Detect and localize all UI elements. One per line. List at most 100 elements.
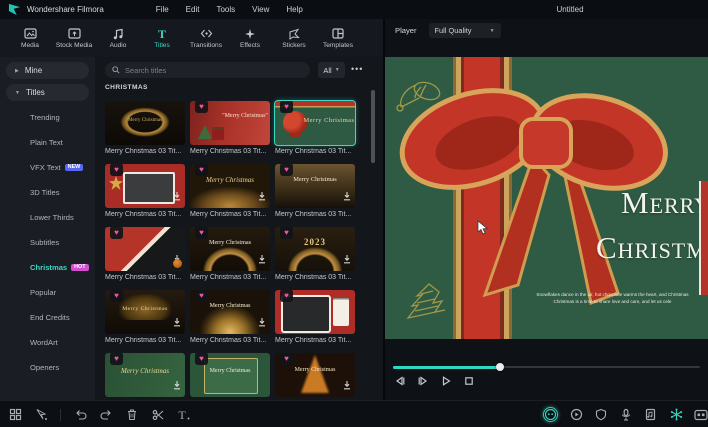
sidebar-group-titles[interactable]: ▼Titles — [6, 84, 89, 101]
sidebar-item-3d-titles[interactable]: 3D Titles — [0, 180, 95, 205]
tab-media[interactable]: Media — [8, 19, 52, 57]
download-icon[interactable] — [257, 251, 267, 269]
menu-file[interactable]: File — [156, 5, 169, 14]
grid-scrollbar[interactable] — [371, 57, 376, 400]
favorite-heart-icon[interactable]: ♥ — [195, 164, 208, 176]
favorite-heart-icon[interactable]: ♥ — [280, 227, 293, 239]
more-options-button[interactable]: ••• — [351, 64, 363, 74]
template-caption: Merry Christmas 03 Tit... — [275, 337, 355, 344]
sidebar-group-mine[interactable]: ▶Mine — [6, 62, 89, 79]
search-box[interactable] — [105, 62, 310, 78]
snowflake-button[interactable] — [669, 408, 683, 422]
menu-edit[interactable]: Edit — [186, 5, 200, 14]
favorite-heart-icon[interactable]: ♥ — [110, 164, 123, 176]
template-thumbnail-14[interactable]: Merry Christmas♥ — [190, 353, 270, 397]
tab-effects[interactable]: Effects — [228, 19, 272, 57]
grid-button[interactable] — [8, 408, 22, 422]
template-thumbnail-5[interactable]: Merry Christmas♥ — [190, 164, 270, 208]
favorite-heart-icon[interactable]: ♥ — [195, 101, 208, 113]
tab-transitions[interactable]: Transitions — [184, 19, 228, 57]
timeline-toolbar: T — [0, 400, 708, 427]
download-icon[interactable] — [172, 188, 182, 206]
sidebar-item-vfx-text[interactable]: VFX TextNEW — [0, 155, 95, 180]
sidebar-item-trending[interactable]: Trending — [0, 105, 95, 130]
favorite-heart-icon[interactable]: ♥ — [110, 227, 123, 239]
pointer-button[interactable] — [34, 408, 48, 422]
text-tool-button[interactable]: T — [177, 408, 191, 422]
menu-help[interactable]: Help — [286, 5, 302, 14]
split-button[interactable] — [151, 408, 165, 422]
favorite-heart-icon[interactable]: ♥ — [110, 353, 123, 365]
stop-button[interactable] — [462, 376, 476, 390]
play-button[interactable] — [439, 376, 453, 390]
tab-audio[interactable]: Audio — [96, 19, 140, 57]
download-icon[interactable] — [342, 188, 352, 206]
sidebar-item-christmas[interactable]: ChristmasHOT — [0, 255, 95, 280]
effects-icon — [244, 27, 256, 40]
sidebar-item-subtitles[interactable]: Subtitles — [0, 230, 95, 255]
template-thumbnail-12[interactable]: ♥ — [275, 290, 355, 334]
thumbnail-art-text: Merry Christmas — [275, 367, 355, 373]
play-circle-button[interactable] — [569, 408, 583, 422]
download-icon[interactable] — [257, 188, 267, 206]
template-thumbnail-11[interactable]: Merry Christmas♥ — [190, 290, 270, 334]
progress-handle[interactable] — [496, 363, 504, 371]
sidebar-item-popular[interactable]: Popular — [0, 280, 95, 305]
favorite-heart-icon[interactable]: ♥ — [110, 290, 123, 302]
sidebar-item-end-credits[interactable]: End Credits — [0, 305, 95, 330]
tab-stickers[interactable]: Stickers — [272, 19, 316, 57]
download-icon[interactable] — [342, 251, 352, 269]
tab-stock-media[interactable]: Stock Media — [52, 19, 96, 57]
favorite-heart-icon[interactable]: ♥ — [280, 101, 293, 113]
template-thumbnail-4[interactable]: ♥ — [105, 164, 185, 208]
scrollbar-thumb[interactable] — [371, 90, 375, 163]
template-thumbnail-15[interactable]: Merry Christmas ♥ — [275, 353, 355, 397]
template-thumbnail-1[interactable]: Merry Christmas — [105, 101, 185, 145]
tab-templates[interactable]: Templates — [316, 19, 360, 57]
favorite-heart-icon[interactable]: ♥ — [280, 290, 293, 302]
stickers-icon — [288, 27, 300, 40]
template-thumbnail-2[interactable]: "Merry Christmas"♥ — [190, 101, 270, 145]
playback-progress[interactable] — [393, 363, 700, 371]
favorite-heart-icon[interactable]: ♥ — [195, 227, 208, 239]
menu-tools[interactable]: Tools — [216, 5, 235, 14]
prev-frame-button[interactable] — [393, 376, 407, 390]
template-thumbnail-9[interactable]: 2023♥ — [275, 227, 355, 271]
download-icon[interactable] — [172, 251, 182, 269]
template-thumbnail-8[interactable]: Merry Christmas♥ — [190, 227, 270, 271]
sidebar-item-lower-thirds[interactable]: Lower Thirds — [0, 205, 95, 230]
quality-dropdown[interactable]: Full Quality ▼ — [429, 23, 501, 38]
download-icon[interactable] — [342, 377, 352, 395]
template-cell: Merry Christmas♥Merry Christmas 03 Tit..… — [190, 290, 270, 348]
download-icon[interactable] — [172, 377, 182, 395]
sidebar-item-plain-text[interactable]: Plain Text — [0, 130, 95, 155]
search-input[interactable] — [125, 66, 275, 75]
template-thumbnail-13[interactable]: Merry Christmas♥ — [105, 353, 185, 397]
record-button[interactable] — [543, 407, 558, 422]
menu-view[interactable]: View — [252, 5, 269, 14]
favorite-heart-icon[interactable]: ♥ — [280, 353, 293, 365]
filter-dropdown[interactable]: All ▼ — [318, 62, 345, 78]
toolbar-divider — [60, 409, 61, 421]
download-icon[interactable] — [257, 314, 267, 332]
template-thumbnail-3[interactable]: Merry Christmas♥ — [275, 101, 355, 145]
music-button[interactable] — [644, 408, 658, 422]
template-thumbnail-6[interactable]: Merry Christmas♥ — [275, 164, 355, 208]
video-preview[interactable]: Merry Christmas Snowflakes dance in the … — [385, 57, 708, 339]
undo-button[interactable] — [73, 408, 87, 422]
template-thumbnail-7[interactable]: ♥ — [105, 227, 185, 271]
next-frame-button[interactable] — [416, 376, 430, 390]
template-thumbnail-10[interactable]: Merry Christmas♥ — [105, 290, 185, 334]
favorite-heart-icon[interactable]: ♥ — [195, 353, 208, 365]
redo-button[interactable] — [99, 408, 113, 422]
shield-button[interactable] — [594, 408, 608, 422]
trash-button[interactable] — [125, 408, 139, 422]
favorite-heart-icon[interactable]: ♥ — [195, 290, 208, 302]
mic-button[interactable] — [619, 408, 633, 422]
sidebar-item-openers[interactable]: Openers — [0, 355, 95, 380]
keyframe-button[interactable] — [694, 408, 708, 422]
download-icon[interactable] — [172, 314, 182, 332]
favorite-heart-icon[interactable]: ♥ — [280, 164, 293, 176]
tab-titles[interactable]: TTitles — [140, 19, 184, 57]
sidebar-item-wordart[interactable]: WordArt — [0, 330, 95, 355]
